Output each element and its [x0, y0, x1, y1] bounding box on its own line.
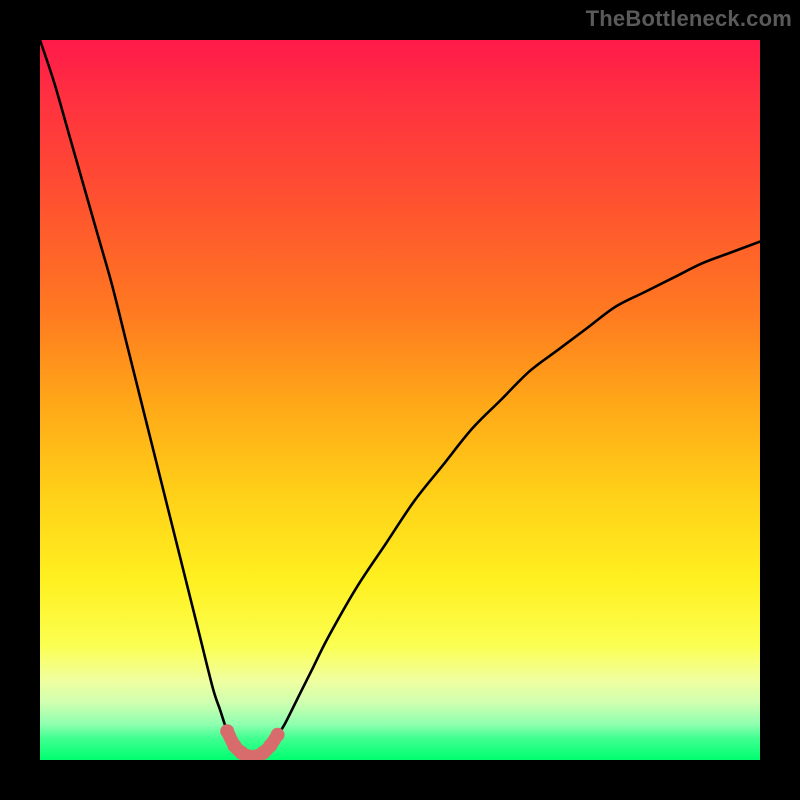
marker-dot: [220, 724, 234, 738]
highlight-markers: [220, 724, 284, 760]
watermark-text: TheBottleneck.com: [586, 6, 792, 32]
chart-frame: TheBottleneck.com: [0, 0, 800, 800]
bottleneck-curve: [40, 40, 760, 757]
plot-area: [40, 40, 760, 760]
marker-dot: [271, 728, 285, 742]
curve-svg: [40, 40, 760, 760]
